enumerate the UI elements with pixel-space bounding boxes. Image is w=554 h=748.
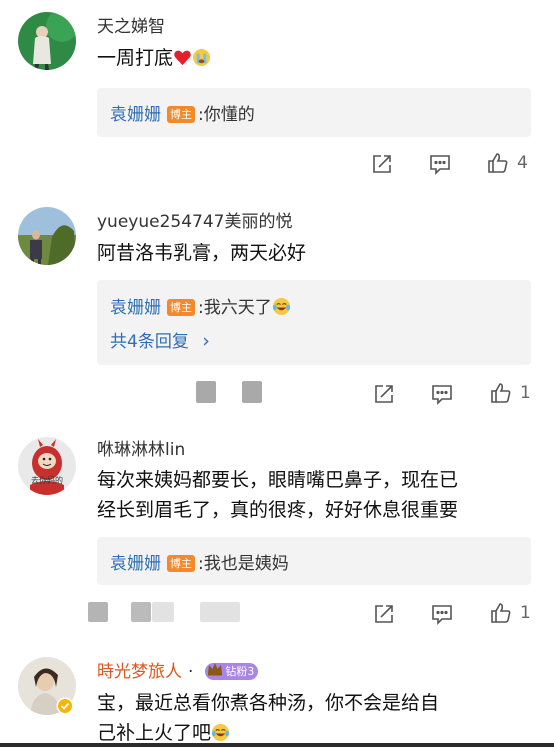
comment-actions: 1 (0, 380, 554, 410)
comment-item: 去你妈的 咻琳淋林lin 每次来姨妈都要长，眼睛嘴巴鼻子，现在已 经长到眉毛了，… (0, 417, 554, 645)
comment-item: yueyue254747美丽的悦 阿昔洛韦乳膏，两天必好 袁姗姗 博主:我六天了 … (0, 195, 554, 417)
comment-text: 一周打底 (97, 43, 537, 73)
laughing-crying-emoji (272, 297, 291, 316)
comment-text-body: 一周打底 (97, 47, 174, 69)
share-icon[interactable] (372, 382, 396, 406)
username[interactable]: 天之娣智 (97, 12, 165, 37)
reply-line: 袁姗姗 博主:我也是姨妈 (110, 549, 289, 574)
reply-text: 我六天了 (203, 298, 272, 318)
username-row: 時光梦旅人 · 钻粉3 (97, 657, 259, 682)
username[interactable]: 咻琳淋林lin (97, 435, 185, 460)
crying-emoji (192, 48, 211, 67)
avatar[interactable] (18, 12, 76, 70)
like-icon[interactable] (489, 381, 513, 405)
comment-icon[interactable] (430, 382, 454, 406)
username[interactable]: yueyue254747美丽的悦 (97, 207, 292, 232)
share-icon[interactable] (370, 152, 394, 176)
blogger-badge: 博主 (167, 106, 195, 123)
like-count: 4 (517, 153, 528, 173)
fan-level-label: 钻粉3 (225, 665, 255, 678)
fan-level-badge[interactable]: 钻粉3 (205, 661, 259, 680)
view-more-replies-link[interactable]: 共4条回复 › (110, 327, 210, 352)
comment-icon[interactable] (430, 602, 454, 626)
comment-icon[interactable] (428, 152, 452, 176)
reply-line: 袁姗姗 博主:你懂的 (110, 100, 255, 125)
reply-text: 你懂的 (203, 105, 255, 125)
comment-text: 每次来姨妈都要长，眼睛嘴巴鼻子，现在已 经长到眉毛了，真的很疼，好好休息很重要 (97, 465, 537, 525)
reply-line: 袁姗姗 博主:我六天了 (110, 293, 291, 318)
share-icon[interactable] (372, 602, 396, 626)
comment-text-line: 每次来姨妈都要长，眼睛嘴巴鼻子，现在已 (97, 469, 459, 491)
comment-text-line: 宝，最近总看你煮各种汤，你不会是给自 (97, 692, 440, 714)
avatar[interactable] (18, 207, 76, 265)
avatar[interactable]: 去你妈的 (18, 437, 76, 495)
reply-preview[interactable]: 袁姗姗 博主:我六天了 共4条回复 › (97, 280, 531, 365)
reply-author[interactable]: 袁姗姗 (110, 105, 161, 125)
comment-item: 天之娣智 一周打底 袁姗姗 博主:你懂的 4 (0, 0, 554, 195)
reply-preview[interactable]: 袁姗姗 博主:你懂的 (97, 88, 531, 137)
verified-badge-icon (56, 697, 74, 715)
comment-item: 時光梦旅人 · 钻粉3 宝，最近总看你煮各种汤，你不会是给自 己补上火了吧 (0, 645, 554, 747)
more-replies-label: 共4条回复 (110, 332, 189, 352)
blogger-badge: 博主 (167, 299, 195, 316)
reply-preview[interactable]: 袁姗姗 博主:我也是姨妈 (97, 537, 531, 585)
laughing-crying-emoji (211, 723, 230, 742)
comment-text-body: 己补上火了吧 (97, 722, 212, 744)
like-icon[interactable] (489, 601, 513, 625)
avatar-caption: 去你妈的 (31, 476, 63, 485)
chevron-right-icon: › (202, 330, 210, 352)
blogger-badge: 博主 (167, 555, 195, 572)
reply-text: 我也是姨妈 (203, 554, 289, 574)
username[interactable]: 時光梦旅人 (97, 662, 182, 682)
reply-author[interactable]: 袁姗姗 (110, 298, 161, 318)
comment-text: 宝，最近总看你煮各种汤，你不会是给自 己补上火了吧 (97, 688, 537, 748)
comment-text-line: 经长到眉毛了，真的很疼，好好休息很重要 (97, 499, 459, 521)
separator-dot: · (188, 662, 194, 682)
heart-emoji (173, 48, 192, 67)
like-count: 1 (520, 603, 531, 623)
like-count: 1 (520, 383, 531, 403)
comment-actions: 1 (0, 600, 554, 630)
reply-author[interactable]: 袁姗姗 (110, 554, 161, 574)
comment-actions: 4 (0, 150, 554, 180)
bottom-edge-bar (0, 743, 554, 747)
like-icon[interactable] (486, 151, 510, 175)
crown-icon (207, 661, 223, 677)
comment-text: 阿昔洛韦乳膏，两天必好 (97, 242, 307, 264)
